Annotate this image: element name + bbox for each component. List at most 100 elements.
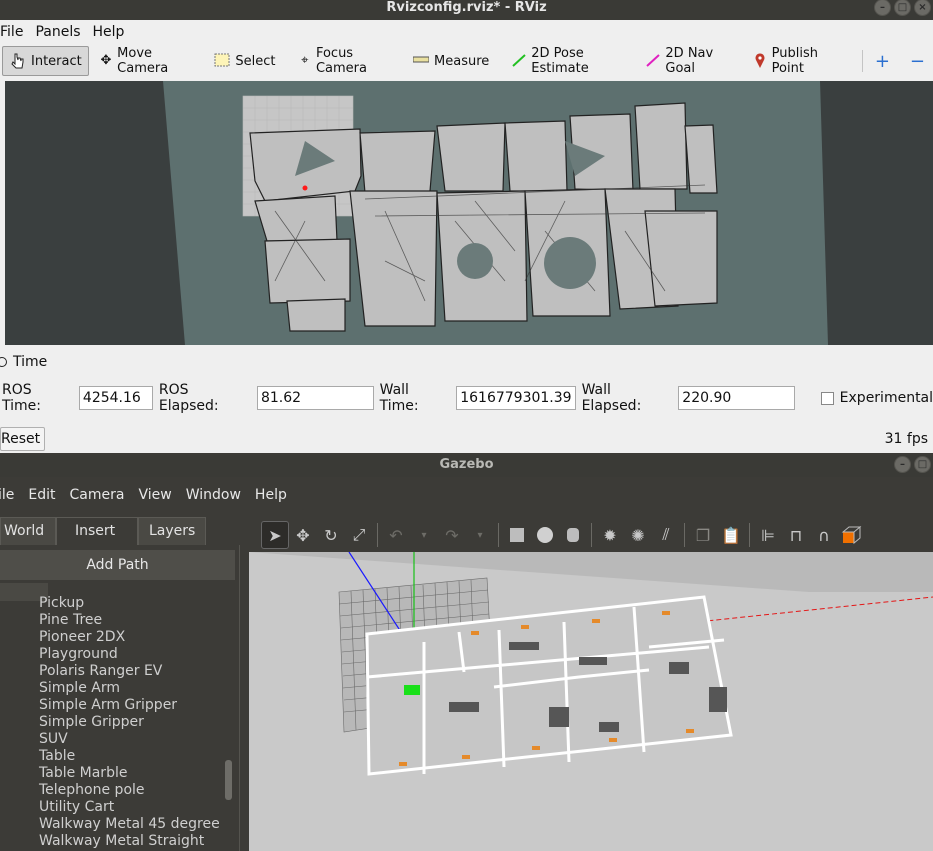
model-list: Pickup Pine Tree Pioneer 2DX Playground … [39,595,220,850]
rviz-3d-viewport[interactable] [5,81,933,345]
box-shape-icon[interactable] [503,521,531,549]
model-item[interactable]: Pioneer 2DX [39,629,220,646]
tool-publish-point[interactable]: Publish Point [747,46,844,76]
paste-icon[interactable]: 📋 [717,521,745,549]
reset-button[interactable]: Reset [0,427,45,451]
menu-panels[interactable]: Panels [35,22,80,42]
remove-tool-minus-icon[interactable]: − [904,46,931,76]
gazebo-menubar: ile Edit Camera View Window Help [0,483,933,507]
minimize-icon[interactable]: – [874,0,891,16]
menu-window[interactable]: Window [186,483,241,507]
experimental-checkbox[interactable] [821,391,834,405]
translate-icon[interactable]: ✥ [289,521,317,549]
magnet-icon[interactable]: ∩ [810,521,838,549]
nav-goal-arrow-icon [645,53,661,69]
wall-elapsed-field[interactable]: 220.90 [678,386,795,410]
select-icon [213,53,231,69]
menu-camera[interactable]: Camera [70,483,125,507]
model-item[interactable]: Telephone pole [39,782,220,799]
close-icon[interactable]: × [914,0,931,16]
insert-panel: Add Path Pickup Pine Tree Pioneer 2DX Pl… [0,545,240,851]
model-item[interactable]: Pickup [39,595,220,612]
scale-icon[interactable]: ⤢ [345,521,373,549]
gazebo-3d-scene[interactable] [249,552,933,851]
cylinder-shape-icon[interactable] [559,521,587,549]
model-list-scrollbar[interactable] [225,760,232,800]
tool-2d-nav-goal-label: 2D Nav Goal [665,46,714,76]
tab-insert[interactable]: Insert [56,517,138,545]
gazebo-left-tabs: World Insert Layers [0,517,206,545]
rviz-titlebar: Rvizconfig.rviz* - RViz – □ × [0,0,933,20]
model-item[interactable]: Pine Tree [39,612,220,629]
gazebo-toolbar: ➤ ✥ ↻ ⤢ ↶ ▾ ↷ ▾ ✹ ✺ ⫽ ❐ 📋 ⊫ ⊓ ∩ [249,518,933,552]
time-row: ROS Time: 4254.16 ROS Elapsed: 81.62 Wal… [0,382,933,414]
tool-interact[interactable]: Interact [2,46,89,76]
model-item[interactable]: Table Marble [39,765,220,782]
wall-time-label: Wall Time: [379,382,419,414]
redo-dropdown-icon[interactable]: ▾ [466,521,494,549]
fps-counter: 31 fps [884,431,928,447]
model-item[interactable]: Table [39,748,220,765]
tool-measure-label: Measure [434,53,490,69]
view-angle-icon[interactable] [838,521,866,549]
model-item[interactable]: Playground [39,646,220,663]
menu-help[interactable]: Help [255,483,287,507]
tool-select-label: Select [235,53,276,69]
clock-icon [0,357,7,367]
tool-2d-nav-goal[interactable]: 2D Nav Goal [639,46,735,76]
robot-model[interactable] [404,685,420,695]
model-item[interactable]: Simple Arm Gripper [39,697,220,714]
add-path-button[interactable]: Add Path [0,550,235,580]
model-item[interactable]: SUV [39,731,220,748]
copy-icon[interactable]: ❐ [689,521,717,549]
model-item[interactable]: Simple Gripper [39,714,220,731]
tool-publish-point-label: Publish Point [771,46,818,76]
menu-file[interactable]: File [0,22,23,42]
rviz-title: Rvizconfig.rviz* - RViz [386,0,547,15]
rotate-icon[interactable]: ↻ [317,521,345,549]
ros-elapsed-label: ROS Elapsed: [158,382,219,414]
tool-select[interactable]: Select [207,46,281,76]
tool-focus-camera[interactable]: ⌖ Focus Camera [292,46,397,76]
model-item[interactable]: Simple Arm [39,680,220,697]
model-item[interactable]: Utility Cart [39,799,220,816]
ros-time-label: ROS Time: [2,382,41,414]
undo-icon[interactable]: ↶ [382,521,410,549]
directional-light-icon[interactable]: ⫽ [652,521,680,549]
tab-world[interactable]: World [0,517,56,545]
map-pin-icon [753,53,767,69]
tool-measure[interactable]: Measure [406,46,495,76]
gazebo-maximize-icon[interactable]: □ [914,456,931,473]
select-arrow-icon[interactable]: ➤ [261,521,289,549]
tab-layers[interactable]: Layers [138,517,206,545]
gazebo-title: Gazebo [439,457,494,472]
tool-2d-pose-estimate[interactable]: 2D Pose Estimate [505,46,627,76]
menu-help[interactable]: Help [93,22,125,42]
tool-focus-camera-label: Focus Camera [315,46,367,76]
model-item[interactable]: Walkway Metal 45 degree [39,816,220,833]
add-tool-plus-icon[interactable]: + [869,46,896,76]
align-icon[interactable]: ⊫ [754,521,782,549]
model-item[interactable]: Polaris Ranger EV [39,663,220,680]
menu-edit[interactable]: Edit [28,483,55,507]
redo-icon[interactable]: ↷ [438,521,466,549]
menu-file[interactable]: ile [0,483,14,507]
ros-elapsed-field[interactable]: 81.62 [256,386,374,410]
snap-icon[interactable]: ⊓ [782,521,810,549]
move-camera-icon: ✥ [100,53,112,68]
gazebo-window: Gazebo – □ ile Edit Camera View Window H… [0,455,933,851]
focus-camera-icon: ⌖ [301,53,309,68]
tool-move-camera[interactable]: ✥ Move Camera [93,46,196,76]
measure-icon [412,53,430,69]
spot-light-icon[interactable]: ✺ [624,521,652,549]
undo-dropdown-icon[interactable]: ▾ [410,521,438,549]
maximize-icon[interactable]: □ [894,0,911,16]
model-item[interactable]: Walkway Metal Straight [39,833,220,850]
gazebo-minimize-icon[interactable]: – [894,456,911,473]
ros-time-field[interactable]: 4254.16 [78,386,153,410]
wall-time-field[interactable]: 1616779301.39 [456,386,576,410]
point-light-icon[interactable]: ✹ [596,521,624,549]
gazebo-titlebar: Gazebo – □ [0,455,933,477]
sphere-shape-icon[interactable] [531,521,559,549]
menu-view[interactable]: View [138,483,171,507]
